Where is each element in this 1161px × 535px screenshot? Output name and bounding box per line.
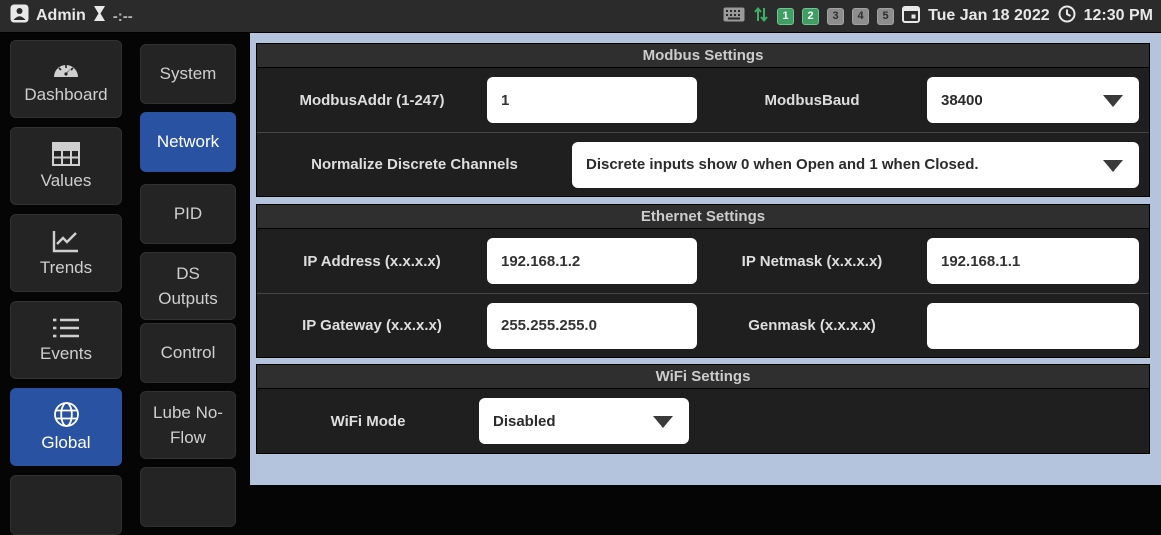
wifi-row-1: WiFi Mode Disabled — [257, 389, 1149, 453]
subnav-item-label: System — [160, 61, 217, 87]
settings-content: Modbus Settings ModbusAddr (1-247) Modbu… — [250, 33, 1161, 485]
modbus-baud-select[interactable]: 38400 — [927, 77, 1139, 123]
ethernet-row-1: IP Address (x.x.x.x) IP Netmask (x.x.x.x… — [257, 229, 1149, 293]
genmask-label: Genmask (x.x.x.x) — [697, 317, 927, 334]
subnav-item-next-partial[interactable] — [140, 467, 236, 527]
sidebar-item-label: Dashboard — [24, 85, 107, 105]
titlebar: Admin -:-- 1 2 3 4 5 Tue Jan 18 2022 12:… — [0, 0, 1161, 33]
modbus-settings-section: Modbus Settings ModbusAddr (1-247) Modbu… — [256, 43, 1150, 197]
genmask-input[interactable] — [927, 303, 1139, 349]
channel-badge-3[interactable]: 3 — [827, 8, 844, 25]
sidebar-item-label: Global — [41, 433, 90, 453]
gauge-icon — [51, 54, 81, 80]
section-title: Ethernet Settings — [257, 205, 1149, 229]
chevron-down-icon — [1103, 95, 1123, 107]
ip-gateway-label: IP Gateway (x.x.x.x) — [257, 317, 487, 334]
globe-icon — [53, 401, 80, 428]
modbus-baud-value: 38400 — [941, 92, 983, 109]
keyboard-icon[interactable] — [723, 7, 745, 26]
up-down-arrows-icon[interactable] — [753, 6, 769, 27]
logged-in-user[interactable]: Admin — [36, 7, 86, 25]
normalize-discrete-label: Normalize Discrete Channels — [257, 156, 572, 173]
subnav-item-label: DS Outputs — [153, 261, 223, 312]
sidebar-item-label: Events — [40, 344, 92, 364]
ethernet-settings-section: Ethernet Settings IP Address (x.x.x.x) I… — [256, 204, 1150, 358]
subnav-item-label: Control — [161, 340, 216, 366]
list-icon — [52, 317, 80, 339]
subnav-item-network[interactable]: Network — [140, 112, 236, 172]
sidebar-item-label: Values — [41, 171, 92, 191]
ip-netmask-label: IP Netmask (x.x.x.x) — [697, 253, 927, 270]
ip-address-label: IP Address (x.x.x.x) — [257, 253, 487, 270]
status-date: Tue Jan 18 2022 — [928, 7, 1050, 25]
ip-netmask-input[interactable] — [927, 238, 1139, 284]
normalize-discrete-select[interactable]: Discrete inputs show 0 when Open and 1 w… — [572, 142, 1139, 188]
sidebar-item-next-partial[interactable] — [10, 475, 122, 535]
session-timer: -:-- — [113, 8, 133, 25]
hourglass-icon — [93, 5, 106, 27]
subnav-item-pid[interactable]: PID — [140, 184, 236, 244]
subnav-item-control[interactable]: Control — [140, 323, 236, 383]
channel-badge-5[interactable]: 5 — [877, 8, 894, 25]
wifi-mode-value: Disabled — [493, 413, 556, 430]
subnav-item-lube-no-flow[interactable]: Lube No-Flow — [140, 391, 236, 459]
wifi-settings-section: WiFi Settings WiFi Mode Disabled — [256, 364, 1150, 454]
modbus-row-2: Normalize Discrete Channels Discrete inp… — [257, 132, 1149, 196]
ip-address-input[interactable] — [487, 238, 697, 284]
ip-gateway-input[interactable] — [487, 303, 697, 349]
sidebar-item-events[interactable]: Events — [10, 301, 122, 379]
modbus-addr-input[interactable] — [487, 77, 697, 123]
chevron-down-icon — [1103, 160, 1123, 172]
sidebar-item-dashboard[interactable]: Dashboard — [10, 40, 122, 118]
subnav-item-label: Lube No-Flow — [151, 400, 226, 451]
status-time: 12:30 PM — [1084, 7, 1153, 25]
modbus-addr-label: ModbusAddr (1-247) — [257, 92, 487, 109]
subnav-item-ds-outputs[interactable]: DS Outputs — [140, 252, 236, 320]
wifi-mode-select[interactable]: Disabled — [479, 398, 689, 444]
section-title: Modbus Settings — [257, 44, 1149, 68]
clock-icon — [1058, 5, 1076, 28]
wifi-mode-label: WiFi Mode — [257, 413, 479, 430]
ethernet-row-2: IP Gateway (x.x.x.x) Genmask (x.x.x.x) — [257, 293, 1149, 357]
sidebar-item-global[interactable]: Global — [10, 388, 122, 466]
user-badge-icon — [10, 4, 29, 28]
subnav-item-system[interactable]: System — [140, 44, 236, 104]
sidebar-item-label: Trends — [40, 258, 92, 278]
sidebar-item-values[interactable]: Values — [10, 127, 122, 205]
grid-icon — [52, 142, 80, 166]
normalize-discrete-value: Discrete inputs show 0 when Open and 1 w… — [586, 156, 979, 173]
calendar-icon — [902, 5, 920, 28]
subnav-item-label: PID — [174, 201, 202, 227]
chevron-down-icon — [653, 416, 673, 428]
channel-badge-2[interactable]: 2 — [802, 8, 819, 25]
modbus-row-1: ModbusAddr (1-247) ModbusBaud 38400 — [257, 68, 1149, 132]
modbus-baud-label: ModbusBaud — [697, 92, 927, 109]
sidebar-item-trends[interactable]: Trends — [10, 214, 122, 292]
line-chart-icon — [52, 229, 80, 253]
subnav-item-label: Network — [157, 129, 219, 155]
section-title: WiFi Settings — [257, 365, 1149, 389]
channel-badge-1[interactable]: 1 — [777, 8, 794, 25]
channel-badge-4[interactable]: 4 — [852, 8, 869, 25]
